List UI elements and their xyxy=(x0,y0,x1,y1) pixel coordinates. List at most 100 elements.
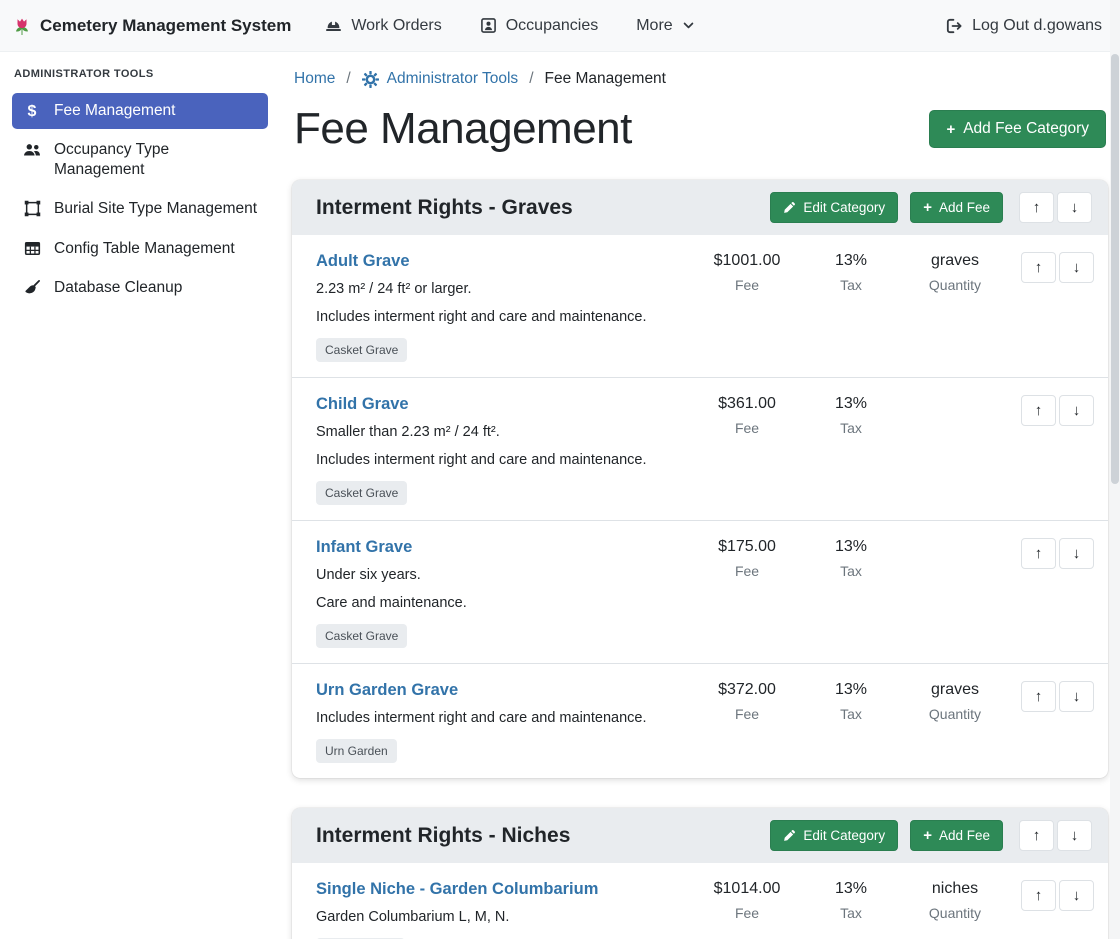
fee-tax-label: Tax xyxy=(799,563,903,579)
fee-amount-label: Fee xyxy=(695,905,799,921)
sidebar-heading: ADMINISTRATOR TOOLS xyxy=(0,68,280,90)
hard-hat-icon xyxy=(325,17,342,34)
nav-more[interactable]: More xyxy=(636,17,694,35)
fee-amount: $1014.00 xyxy=(695,880,799,898)
category-title: Interment Rights - Graves xyxy=(316,196,573,220)
brand-link[interactable]: Cemetery Management System xyxy=(12,16,291,36)
category-reorder-controls: ↑ ↓ xyxy=(1019,820,1092,851)
fee-tax-label: Tax xyxy=(799,277,903,293)
move-fee-down-button[interactable]: ↓ xyxy=(1059,681,1094,712)
arrow-down-icon: ↓ xyxy=(1071,827,1079,844)
arrow-down-icon: ↓ xyxy=(1071,199,1079,216)
move-fee-up-button[interactable]: ↑ xyxy=(1021,681,1056,712)
add-fee-button[interactable]: + Add Fee xyxy=(910,820,1003,851)
move-fee-down-button[interactable]: ↓ xyxy=(1059,252,1094,283)
table-icon xyxy=(22,239,42,257)
fee-quantity: graves xyxy=(903,252,1007,270)
fee-type-badge: Casket Grave xyxy=(316,481,407,505)
sidebar-item-fee-management[interactable]: $ Fee Management xyxy=(12,93,268,129)
fee-category-card-graves: Interment Rights - Graves Edit Category … xyxy=(292,180,1108,778)
fee-name-link[interactable]: Adult Grave xyxy=(316,252,410,271)
move-fee-down-button[interactable]: ↓ xyxy=(1059,880,1094,911)
move-category-down-button[interactable]: ↓ xyxy=(1057,192,1092,223)
fee-quantity-label: Quantity xyxy=(903,277,1007,293)
move-category-down-button[interactable]: ↓ xyxy=(1057,820,1092,851)
move-fee-up-button[interactable]: ↑ xyxy=(1021,880,1056,911)
category-reorder-controls: ↑ ↓ xyxy=(1019,192,1092,223)
fee-name-link[interactable]: Infant Grave xyxy=(316,538,412,557)
move-category-up-button[interactable]: ↑ xyxy=(1019,192,1054,223)
broom-icon xyxy=(22,278,42,296)
fee-type-badge: Urn Garden xyxy=(316,739,397,763)
main-content: Home / Administrator T xyxy=(280,52,1120,939)
page-title: Fee Management xyxy=(294,104,632,154)
fee-description: Includes interment right and care and ma… xyxy=(316,708,683,729)
sidebar-item-burial-site-type-management[interactable]: Burial Site Type Management xyxy=(12,191,268,227)
fee-tax-label: Tax xyxy=(799,905,903,921)
fee-description: Care and maintenance. xyxy=(316,593,683,614)
fee-tax: 13% xyxy=(799,880,903,898)
add-fee-label: Add Fee xyxy=(939,200,990,215)
sidebar-item-config-table-management[interactable]: Config Table Management xyxy=(12,231,268,267)
scrollbar-track[interactable] xyxy=(1110,0,1120,939)
breadcrumb-home-link[interactable]: Home xyxy=(294,70,335,88)
breadcrumb-separator: / xyxy=(346,70,350,88)
move-fee-up-button[interactable]: ↑ xyxy=(1021,538,1056,569)
edit-category-button[interactable]: Edit Category xyxy=(770,192,898,223)
arrow-up-icon: ↑ xyxy=(1035,545,1043,562)
fee-name-link[interactable]: Single Niche - Garden Columbarium xyxy=(316,880,598,899)
move-category-up-button[interactable]: ↑ xyxy=(1019,820,1054,851)
fee-name-link[interactable]: Urn Garden Grave xyxy=(316,681,458,700)
fee-amount-label: Fee xyxy=(695,706,799,722)
fee-tax: 13% xyxy=(799,681,903,699)
category-header: Interment Rights - Graves Edit Category … xyxy=(292,180,1108,235)
breadcrumb-admin-tools-link[interactable]: Administrator Tools xyxy=(362,70,519,88)
add-fee-category-button[interactable]: + Add Fee Category xyxy=(929,110,1106,148)
logout-icon xyxy=(945,17,963,35)
category-header: Interment Rights - Niches Edit Category … xyxy=(292,808,1108,863)
fee-row: Child Grave Smaller than 2.23 m² / 24 ft… xyxy=(292,377,1108,520)
fee-quantity: niches xyxy=(903,880,1007,898)
gear-icon xyxy=(362,71,379,88)
arrow-down-icon: ↓ xyxy=(1073,688,1081,705)
scrollbar-thumb[interactable] xyxy=(1111,54,1119,484)
breadcrumb-current: Fee Management xyxy=(545,70,667,88)
move-fee-down-button[interactable]: ↓ xyxy=(1059,395,1094,426)
fee-amount-col: $1001.00 Fee xyxy=(695,252,799,293)
fee-quantity-col: graves Quantity xyxy=(903,252,1007,293)
sidebar-item-occupancy-type-management[interactable]: Occupancy Type Management xyxy=(12,132,268,188)
fee-amount-label: Fee xyxy=(695,563,799,579)
person-frame-icon xyxy=(480,17,497,34)
nav-work-orders[interactable]: Work Orders xyxy=(325,17,441,35)
logout-link[interactable]: Log Out d.gowans xyxy=(945,17,1102,35)
main-nav: Work Orders Occupancies More xyxy=(325,17,694,35)
sidebar-item-database-cleanup[interactable]: Database Cleanup xyxy=(12,270,268,306)
fee-reorder-controls: ↑ ↓ xyxy=(1021,252,1094,283)
add-fee-button[interactable]: + Add Fee xyxy=(910,192,1003,223)
fee-quantity-label: Quantity xyxy=(903,905,1007,921)
edit-category-button[interactable]: Edit Category xyxy=(770,820,898,851)
fee-reorder-controls: ↑ ↓ xyxy=(1021,395,1094,426)
breadcrumb: Home / Administrator T xyxy=(292,66,1108,88)
fee-reorder-controls: ↑ ↓ xyxy=(1021,880,1094,911)
add-fee-category-label: Add Fee Category xyxy=(963,120,1089,138)
top-navbar: Cemetery Management System Work Orders O… xyxy=(0,0,1120,52)
arrow-up-icon: ↑ xyxy=(1035,259,1043,276)
arrow-up-icon: ↑ xyxy=(1035,402,1043,419)
add-fee-label: Add Fee xyxy=(939,828,990,843)
fee-name-link[interactable]: Child Grave xyxy=(316,395,409,414)
move-fee-up-button[interactable]: ↑ xyxy=(1021,395,1056,426)
fee-quantity-label: Quantity xyxy=(903,706,1007,722)
category-actions: Edit Category + Add Fee ↑ ↓ xyxy=(770,192,1092,223)
move-fee-up-button[interactable]: ↑ xyxy=(1021,252,1056,283)
fee-amount: $372.00 xyxy=(695,681,799,699)
fee-amount-col: $1014.00 Fee xyxy=(695,880,799,921)
fee-tax: 13% xyxy=(799,395,903,413)
move-fee-down-button[interactable]: ↓ xyxy=(1059,538,1094,569)
arrow-up-icon: ↑ xyxy=(1033,199,1041,216)
fee-description: Includes interment right and care and ma… xyxy=(316,307,683,328)
logout-label: Log Out d.gowans xyxy=(972,17,1102,35)
sidebar-item-label: Fee Management xyxy=(54,101,176,121)
nav-occupancies[interactable]: Occupancies xyxy=(480,17,599,35)
fee-amount-col: $361.00 Fee xyxy=(695,395,799,436)
